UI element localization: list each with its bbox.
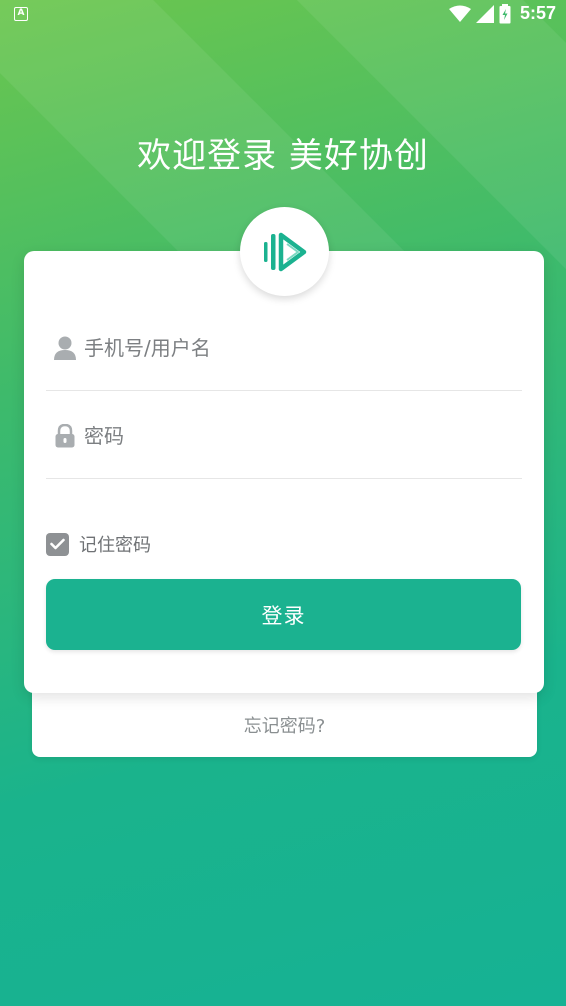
username-field (46, 303, 522, 391)
username-input[interactable] (84, 331, 504, 365)
user-icon (54, 336, 76, 360)
app-notification-icon: A (14, 7, 28, 21)
login-card: 记住密码 登录 (24, 251, 544, 693)
wifi-icon (448, 5, 471, 22)
password-input[interactable] (84, 419, 504, 453)
remember-password-toggle[interactable]: 记住密码 (46, 531, 151, 557)
status-time: 5:57 (519, 3, 556, 23)
lock-icon (55, 424, 75, 448)
welcome-title: 欢迎登录 美好协创 (137, 136, 429, 176)
status-bar: A 5:57 (0, 0, 566, 30)
forgot-password-link[interactable]: 忘记密码? (32, 712, 537, 738)
app-logo (240, 207, 329, 296)
checkmark-icon (50, 538, 65, 550)
login-button[interactable]: 登录 (46, 579, 521, 650)
password-field (46, 391, 522, 479)
battery-icon (499, 3, 511, 23)
cell-signal-icon (475, 4, 494, 23)
app-logo-icon (263, 232, 306, 271)
remember-label: 记住密码 (79, 535, 151, 556)
remember-checkbox[interactable] (46, 532, 69, 556)
